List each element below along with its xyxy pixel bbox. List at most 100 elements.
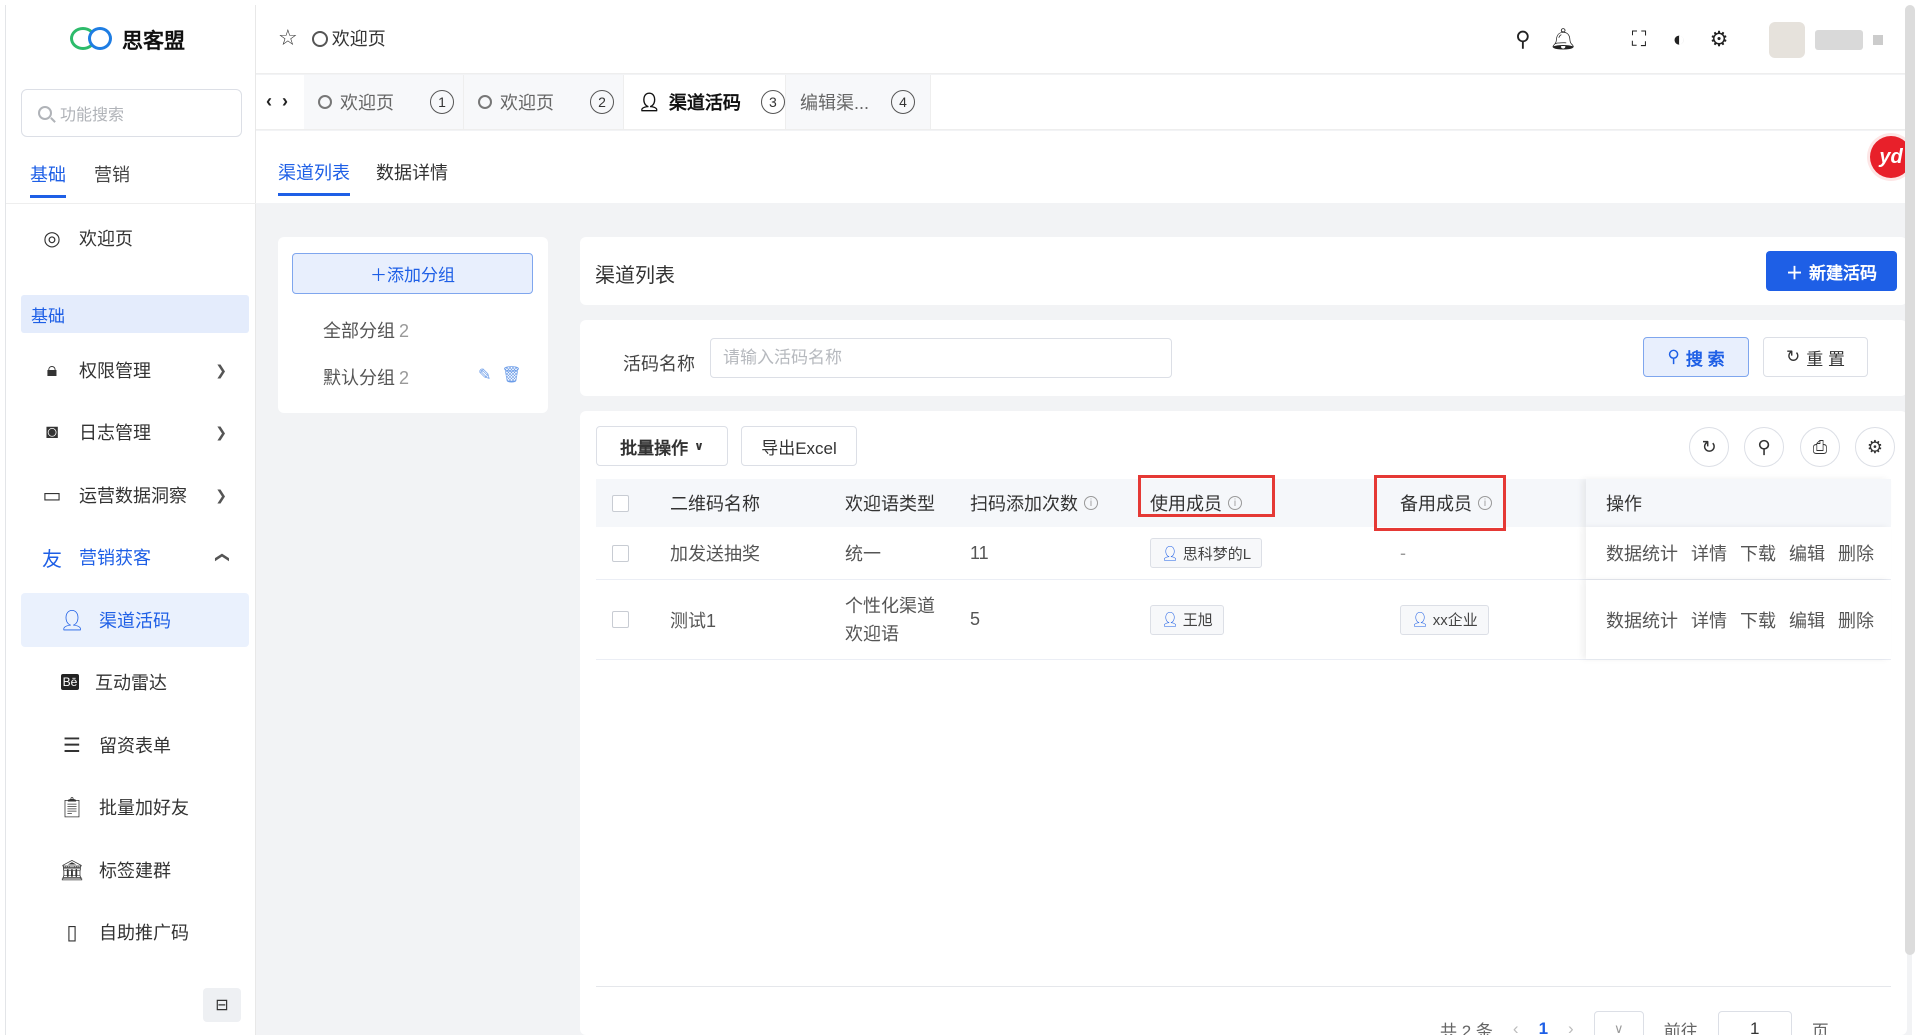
print-icon[interactable]: ⎙ (1800, 427, 1840, 467)
app-logo: 思客盟 (70, 25, 185, 55)
search-button[interactable]: ⚲ 搜 索 (1643, 337, 1749, 377)
sidebar-collapse-button[interactable]: ⊟ (203, 988, 241, 1022)
download-link[interactable]: 下载 (1740, 607, 1776, 633)
group-actions: ✎ 🗑︎ (478, 365, 522, 385)
delete-link[interactable]: 删除 (1838, 540, 1874, 566)
tab-welcome-1[interactable]: 欢迎页 1 (304, 75, 464, 129)
plus-icon: ＋ (370, 266, 387, 285)
info-icon[interactable]: i (1084, 496, 1098, 510)
breadcrumb-item[interactable]: 欢迎页 (311, 25, 386, 51)
tab-channel-code[interactable]: 👤︎ 渠道活码 3 (624, 75, 786, 129)
detail-link[interactable]: 详情 (1691, 540, 1727, 566)
sidebar-tab-basic[interactable]: 基础 (30, 161, 66, 198)
edit-icon[interactable]: ✎ (478, 365, 491, 385)
goto-page-input[interactable] (1717, 1011, 1792, 1035)
sidebar-item-batch-add[interactable]: 📋︎ 批量加好友 (21, 780, 249, 834)
fullscreen-icon[interactable]: ⛶ (1619, 28, 1659, 52)
download-link[interactable]: 下载 (1740, 540, 1776, 566)
page-scrollbar[interactable] (1905, 5, 1915, 955)
stats-link[interactable]: 数据统计 (1606, 607, 1678, 633)
list-icon: ☰ (63, 734, 81, 757)
sidebar-tab-marketing[interactable]: 营销 (94, 161, 130, 198)
welcome-icon (311, 31, 328, 47)
lock-icon: 🔒︎ (46, 358, 58, 381)
sidebar-item-insights[interactable]: ▭ 运营数据洞察 ❯ (21, 468, 249, 522)
person-icon: 👤︎ (1411, 611, 1429, 627)
person-icon: 👤︎ (1161, 611, 1179, 627)
sidebar-item-permissions[interactable]: 🔒︎ 权限管理 ❯ (21, 343, 249, 397)
group-item-all[interactable]: 全部分组 2 (323, 317, 409, 343)
function-search-input[interactable]: 功能搜索 (21, 89, 242, 137)
chevron-down-icon: ❯ (215, 423, 227, 440)
settings-icon[interactable]: ⚙ (1699, 27, 1739, 52)
stats-link[interactable]: 数据统计 (1606, 540, 1678, 566)
refresh-icon[interactable]: ↻ (1689, 427, 1729, 467)
current-page[interactable]: 1 (1539, 1019, 1548, 1035)
next-page-icon[interactable]: › (1568, 1019, 1574, 1035)
group-item-default[interactable]: 默认分组 2 (323, 364, 409, 390)
sidebar-item-label: 日志管理 (79, 423, 151, 443)
sidebar-item-logs[interactable]: ◙ 日志管理 ❯ (21, 405, 249, 459)
tab-label: 欢迎页 (340, 93, 394, 113)
subtab-channel-list[interactable]: 渠道列表 (278, 159, 350, 196)
welcome-icon (478, 95, 492, 109)
tab-number: 3 (760, 90, 785, 114)
export-excel-button[interactable]: 导出Excel (741, 426, 857, 466)
new-code-button[interactable]: ＋ 新建活码 (1766, 251, 1897, 291)
sidebar-item-radar[interactable]: Bē 互动雷达 (21, 655, 249, 709)
tab-edit-channel[interactable]: 编辑渠... 4 (786, 75, 931, 129)
edit-link[interactable]: 编辑 (1789, 607, 1825, 633)
sidebar-section-basic: 基础 (21, 295, 249, 333)
sidebar-item-promo-code[interactable]: ▯ 自助推广码 (21, 905, 249, 959)
search-icon: ⚲ (1667, 347, 1680, 366)
edit-link[interactable]: 编辑 (1789, 540, 1825, 566)
highlight-box-backup-members (1374, 475, 1506, 531)
user-name-blurred[interactable] (1815, 29, 1863, 50)
tab-welcome-2[interactable]: 欢迎页 2 (464, 75, 624, 129)
detail-link[interactable]: 详情 (1691, 607, 1727, 633)
bell-icon[interactable]: 🔔︎ (1543, 28, 1583, 52)
pagination: 共 2 条 ‹ 1 › ∨ 前往 页 (1440, 1011, 1829, 1035)
group-name: 默认分组 (323, 368, 395, 388)
new-code-label: 新建活码 (1809, 263, 1877, 283)
favorite-star-icon[interactable]: ☆ (278, 25, 298, 51)
user-icon: 👤︎ (59, 609, 85, 632)
table-row: 测试1 个性化渠道欢迎语 5 👤︎ 王旭 👤︎ xx企业 数据统计 详情 下载 编辑… (596, 580, 1891, 660)
code-name-input[interactable] (710, 338, 1172, 378)
sidebar: 思客盟 功能搜索 基础 营销 ◎ 欢迎页 基础 🔒︎ 权限管理 ❯ ◙ 日志管理… (6, 5, 256, 1035)
theme-icon[interactable]: ◐ (1659, 28, 1699, 52)
member-tag: 👤︎ xx企业 (1400, 604, 1489, 635)
page-tabs: ‹› 欢迎页 1 欢迎页 2 👤︎ 渠道活码 3 编辑渠... 4 (256, 75, 1913, 130)
sidebar-item-tag-group[interactable]: 🏛︎ 标签建群 (21, 843, 249, 897)
add-group-button[interactable]: ＋ 添加分组 (292, 253, 533, 294)
behance-icon: Bē (61, 674, 79, 690)
search-icon[interactable]: ⚲ (1503, 27, 1543, 52)
column-header-label: 扫码添加次数 (970, 494, 1078, 514)
subtab-data-detail[interactable]: 数据详情 (376, 159, 448, 193)
group-count: 2 (399, 321, 410, 341)
app-frame: 思客盟 功能搜索 基础 营销 ◎ 欢迎页 基础 🔒︎ 权限管理 ❯ ◙ 日志管理… (5, 5, 1913, 1035)
batch-operations-button[interactable]: 批量操作 ∨ (596, 426, 728, 466)
avatar[interactable] (1769, 21, 1805, 58)
row-checkbox[interactable] (612, 527, 629, 579)
bookmark-icon: ▯ (66, 921, 78, 944)
row-checkbox[interactable] (612, 580, 629, 659)
tab-nav-arrows[interactable]: ‹› (266, 91, 298, 112)
settings-icon[interactable]: ⚙ (1855, 427, 1895, 467)
sidebar-item-label: 渠道活码 (99, 611, 171, 631)
search-icon[interactable]: ⚲ (1744, 427, 1784, 467)
sidebar-item-channel-code[interactable]: 👤︎ 渠道活码 (21, 593, 249, 647)
sidebar-item-marketing[interactable]: 友 营销获客 ❯ (21, 530, 249, 584)
dropdown-icon[interactable] (1873, 34, 1883, 45)
prev-page-icon[interactable]: ‹ (1513, 1019, 1519, 1035)
page-size-select[interactable]: ∨ (1593, 1011, 1644, 1035)
sidebar-item-lead-form[interactable]: ☰ 留资表单 (21, 718, 249, 772)
person-icon: 👤︎ (1161, 544, 1179, 561)
sidebar-item-welcome[interactable]: ◎ 欢迎页 (21, 211, 249, 265)
chevron-down-icon: ∨ (694, 439, 704, 453)
select-all-checkbox[interactable] (612, 479, 629, 527)
search-placeholder: 功能搜索 (60, 107, 125, 124)
trash-icon[interactable]: 🗑︎ (501, 365, 521, 385)
delete-link[interactable]: 删除 (1838, 607, 1874, 633)
reset-button[interactable]: ↻ 重 置 (1763, 337, 1868, 377)
